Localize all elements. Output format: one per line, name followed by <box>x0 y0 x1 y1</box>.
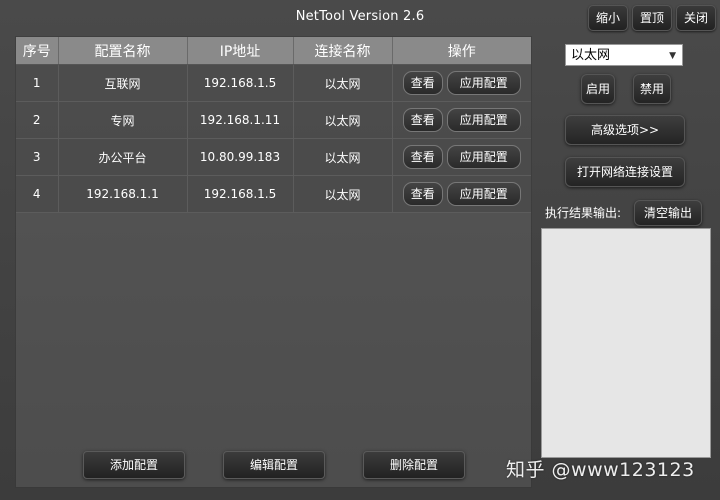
column-header-actions: 操作 <box>392 37 531 65</box>
row-config-name: 192.168.1.1 <box>58 175 188 213</box>
row-index: 4 <box>16 175 59 213</box>
column-header-ip: IP地址 <box>187 37 294 65</box>
network-adapter-select[interactable]: 以太网 ▼ <box>565 44 683 66</box>
column-header-name: 配置名称 <box>58 37 188 65</box>
apply-config-button[interactable]: 应用配置 <box>446 182 521 206</box>
output-label: 执行结果输出: <box>545 206 622 220</box>
view-button[interactable]: 查看 <box>402 108 443 132</box>
view-button[interactable]: 查看 <box>402 71 443 95</box>
column-header-connection: 连接名称 <box>293 37 393 65</box>
advanced-options-button[interactable]: 高级选项>> <box>565 115 685 145</box>
watermark: 知乎 @www123123 <box>506 459 695 481</box>
row-actions: 查看 应用配置 <box>392 101 531 139</box>
disable-adapter-button[interactable]: 禁用 <box>633 74 671 104</box>
table-row: 4 192.168.1.1 192.168.1.5 以太网 查看 应用配置 <box>16 175 531 213</box>
row-actions: 查看 应用配置 <box>392 175 531 213</box>
close-button[interactable]: 关闭 <box>676 5 717 31</box>
enable-adapter-button[interactable]: 启用 <box>581 74 615 104</box>
view-button[interactable]: 查看 <box>402 145 443 169</box>
config-table-panel: 序号 配置名称 IP地址 连接名称 操作 1 互联网 192.168.1.5 以… <box>15 36 532 488</box>
chevron-down-icon: ▼ <box>669 51 676 61</box>
row-connection-name: 以太网 <box>293 138 393 176</box>
add-config-button[interactable]: 添加配置 <box>83 451 185 479</box>
network-adapter-selected-value: 以太网 <box>571 48 611 63</box>
row-ip-address: 192.168.1.5 <box>187 175 294 213</box>
column-header-index: 序号 <box>16 37 59 65</box>
output-textarea[interactable] <box>541 228 711 458</box>
table-row: 1 互联网 192.168.1.5 以太网 查看 应用配置 <box>16 64 531 102</box>
minimize-button[interactable]: 缩小 <box>588 5 629 31</box>
row-index: 3 <box>16 138 59 176</box>
view-button[interactable]: 查看 <box>402 182 443 206</box>
row-index: 2 <box>16 101 59 139</box>
clear-output-button[interactable]: 清空输出 <box>634 200 702 226</box>
apply-config-button[interactable]: 应用配置 <box>446 71 521 95</box>
row-connection-name: 以太网 <box>293 175 393 213</box>
config-table: 序号 配置名称 IP地址 连接名称 操作 1 互联网 192.168.1.5 以… <box>16 37 531 213</box>
table-row: 2 专网 192.168.1.11 以太网 查看 应用配置 <box>16 101 531 139</box>
row-actions: 查看 应用配置 <box>392 138 531 176</box>
apply-config-button[interactable]: 应用配置 <box>446 145 521 169</box>
apply-config-button[interactable]: 应用配置 <box>446 108 521 132</box>
delete-config-button[interactable]: 删除配置 <box>363 451 465 479</box>
edit-config-button[interactable]: 编辑配置 <box>223 451 325 479</box>
table-header-row: 序号 配置名称 IP地址 连接名称 操作 <box>16 37 531 65</box>
pin-on-top-button[interactable]: 置顶 <box>632 5 673 31</box>
open-network-settings-button[interactable]: 打开网络连接设置 <box>565 157 685 187</box>
row-index: 1 <box>16 64 59 102</box>
row-connection-name: 以太网 <box>293 101 393 139</box>
row-config-name: 办公平台 <box>58 138 188 176</box>
row-ip-address: 192.168.1.5 <box>187 64 294 102</box>
row-ip-address: 10.80.99.183 <box>187 138 294 176</box>
row-actions: 查看 应用配置 <box>392 64 531 102</box>
row-config-name: 专网 <box>58 101 188 139</box>
row-ip-address: 192.168.1.11 <box>187 101 294 139</box>
row-config-name: 互联网 <box>58 64 188 102</box>
row-connection-name: 以太网 <box>293 64 393 102</box>
table-row: 3 办公平台 10.80.99.183 以太网 查看 应用配置 <box>16 138 531 176</box>
